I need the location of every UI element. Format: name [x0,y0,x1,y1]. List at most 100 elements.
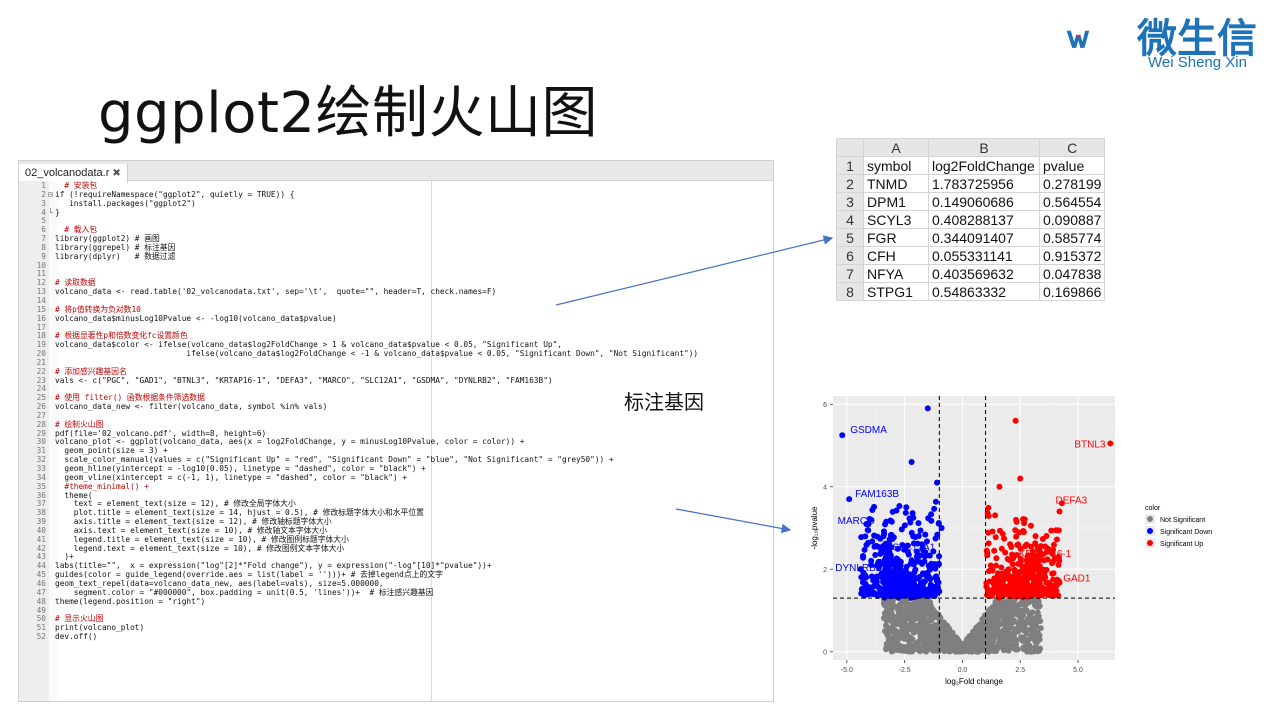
table-row: 4 SCYL3 0.408288137 0.090887 [836,210,1106,229]
table-cell[interactable]: 0.585774 [1038,228,1106,247]
table-cell[interactable]: 0.564554 [1038,192,1106,211]
table-cell[interactable]: CFH [863,246,929,265]
code-line[interactable]: 42 legend.text = element_text(size = 10)… [19,544,773,554]
code-line[interactable]: 52 dev.off() [19,632,773,642]
table-cell[interactable]: STPG1 [863,282,929,301]
legend-swatch [1147,540,1153,546]
code-line[interactable]: 51 print(volcano_plot) [19,623,773,633]
code-editor[interactable]: 02_volcanodata.r ✖ 1 # 安装包 2 ⊟ if (!requireN… [18,160,774,702]
row-number[interactable]: 6 [836,246,864,265]
data-point [922,531,929,538]
table-cell[interactable]: 0.408288137 [928,210,1040,229]
data-point [1009,575,1016,582]
data-point [912,534,919,541]
code-text: } [55,207,60,217]
table-cell[interactable]: symbol [863,156,929,175]
data-point [1011,626,1018,633]
table-cell[interactable]: 0.915372 [1038,246,1106,265]
table-cell[interactable]: 0.278199 [1038,174,1106,193]
data-point [1043,579,1050,586]
code-line[interactable]: 4 └} [19,207,773,218]
data-point [899,610,906,617]
code-line[interactable]: 10 [19,261,773,271]
code-line[interactable]: 9 library(dplyr) # 数据过滤 [19,252,773,262]
table-cell[interactable]: log2FoldChange [928,156,1040,175]
data-point [890,647,897,654]
code-line[interactable]: 3 install.packages("ggplot2") [19,199,773,209]
point-label: BTNL3 [1074,439,1106,450]
code-line[interactable]: 23 vals <- c("PGC", "GAD1", "BTNL3", "KRT… [19,376,773,386]
code-line[interactable]: 13 volcano_data <- read.table('02_volcano… [19,287,773,297]
data-point [871,532,878,539]
data-point [1002,549,1009,556]
data-point [934,584,941,591]
data-point [1011,634,1018,641]
data-point [993,555,1000,562]
data-point [903,504,910,511]
legend-swatch [1147,516,1153,522]
data-point [876,590,883,597]
table-cell[interactable]: pvalue [1038,156,1106,175]
data-point [899,568,906,575]
data-point [926,586,933,593]
data-point [924,572,931,579]
code-line[interactable]: 48 theme(legend.position = "right") [19,597,773,607]
table-cell[interactable]: FGR [863,228,929,247]
data-point [906,611,913,618]
row-number[interactable]: 1 [836,156,864,175]
code-line[interactable]: 35 #theme_minimal() + [19,482,773,492]
data-spreadsheet: A B C 1 symbol log2FoldChange pvalue 2 TNMD 1.… [836,138,1106,301]
code-line[interactable]: 16 volcano_data$minusLog10Pvalue <- -log1… [19,314,773,324]
code-line[interactable]: 49 [19,606,773,616]
table-cell[interactable]: 0.090887 [1038,210,1106,229]
table-cell[interactable]: 0.047838 [1038,264,1106,283]
editor-tab-label: 02_volcanodata.r [25,167,110,179]
table-cell[interactable]: 0.055331141 [928,246,1040,265]
close-icon[interactable]: ✖ [112,168,120,179]
code-line[interactable]: 11 [19,270,773,279]
row-number[interactable]: 5 [836,228,864,247]
table-cell[interactable]: SCYL3 [863,210,929,229]
data-point [1049,570,1056,577]
data-point [904,644,911,651]
data-point [1005,600,1012,607]
row-number[interactable]: 7 [836,264,864,283]
table-cell[interactable]: 0.54863332 [928,282,1040,301]
code-line[interactable]: 20 ifelse(volcano_data$log2FoldChange < … [19,349,773,359]
data-point [891,568,898,575]
data-point [911,627,918,634]
data-point [1032,619,1039,626]
data-point [916,601,923,608]
code-line[interactable]: 21 [19,358,773,368]
point-label: DYNLRB2 [835,563,882,574]
row-number[interactable]: 8 [836,282,864,301]
data-point [1055,561,1062,568]
row-number[interactable]: 4 [836,210,864,229]
row-number[interactable]: 3 [836,192,864,211]
data-point [981,641,988,648]
sheet-corner [836,138,864,157]
column-header: B [928,138,1040,157]
table-cell[interactable]: DPM1 [863,192,929,211]
data-point [1024,642,1031,649]
point-label: DEFA3 [1056,496,1088,507]
code-line[interactable]: 5 [19,217,773,226]
editor-tab-bar: 02_volcanodata.r ✖ [19,161,773,183]
data-point [981,617,988,624]
table-cell[interactable]: 0.149060686 [928,192,1040,211]
data-point [1039,536,1046,543]
data-point [882,601,889,608]
table-cell[interactable]: 0.344091407 [928,228,1040,247]
table-row: 2 TNMD 1.783725956 0.278199 [836,174,1106,193]
table-cell[interactable]: 0.169866 [1038,282,1106,301]
data-point [1015,541,1022,548]
data-point [996,621,1003,628]
data-point [875,543,882,550]
table-cell[interactable]: 0.403569632 [928,264,1040,283]
data-point [1003,575,1010,582]
table-cell[interactable]: NFYA [863,264,929,283]
table-cell[interactable]: TNMD [863,174,929,193]
data-point [872,552,879,559]
row-number[interactable]: 2 [836,174,864,193]
table-cell[interactable]: 1.783725956 [928,174,1040,193]
